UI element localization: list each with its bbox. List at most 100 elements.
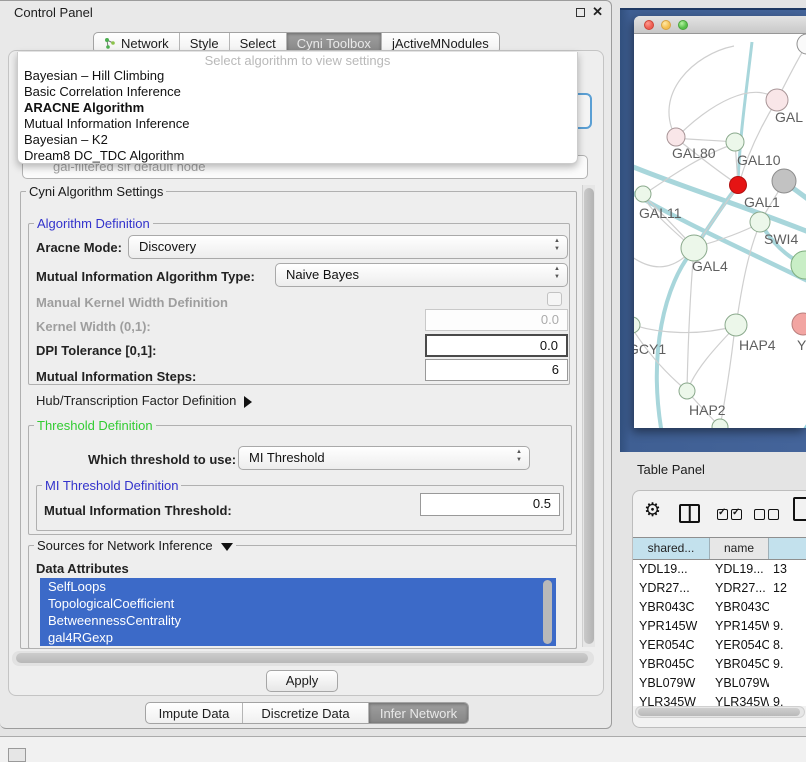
table-hscrollbar-thumb[interactable] — [638, 708, 800, 716]
algorithm-option[interactable]: Dream8 DC_TDC Algorithm — [18, 148, 577, 164]
gear-icon[interactable]: ⚙ — [644, 499, 661, 522]
algorithm-dropdown-popup: Select algorithm to view settings Bayesi… — [17, 52, 578, 164]
zoom-traffic-icon[interactable] — [678, 20, 688, 30]
tab-impute-data[interactable]: Impute Data — [146, 703, 243, 723]
network-node[interactable] — [750, 212, 770, 232]
table-hscrollbar-track[interactable] — [635, 706, 805, 718]
table-row[interactable]: YPR145WYPR145W9. — [633, 617, 806, 636]
network-node[interactable] — [725, 314, 747, 336]
algorithm-option[interactable]: Bayesian – K2 — [18, 132, 577, 148]
network-icon — [104, 37, 116, 49]
network-view-window[interactable]: GAL GAL80 GAL10 GAL1 SWI4 GAL11 GAL4 GCY… — [634, 16, 806, 428]
collapsed-arrow-icon[interactable] — [244, 396, 252, 408]
network-node[interactable] — [772, 169, 796, 193]
column-header-shared[interactable]: shared... — [633, 538, 710, 559]
algorithm-option-selected[interactable]: ARACNE Algorithm — [18, 100, 577, 116]
network-node[interactable] — [679, 383, 695, 399]
table-panel: Table Panel ⚙ shared... name YDL19...YDL… — [612, 452, 806, 736]
mi-type-combo[interactable]: Naive Bayes — [275, 263, 568, 287]
document-icon[interactable] — [793, 497, 806, 521]
attribute-item-selected[interactable]: TopologicalCoefficient — [40, 595, 556, 612]
threshold-definition-label: Threshold Definition — [34, 418, 156, 433]
node-label: GAL — [775, 109, 803, 125]
data-attributes-label: Data Attributes — [36, 561, 129, 576]
tab-network-label: Network — [121, 36, 169, 51]
table-row[interactable]: YLR345WYLR345W9. — [633, 693, 806, 706]
network-node[interactable] — [635, 186, 651, 202]
hub-section-toggle[interactable]: Hub/Transcription Factor Definition — [36, 393, 252, 408]
split-pane-icon[interactable] — [679, 504, 700, 523]
node-label: GAL80 — [672, 145, 716, 161]
sources-group-label[interactable]: Sources for Network Inference — [34, 538, 236, 553]
network-desktop-canvas: GAL GAL80 GAL10 GAL1 SWI4 GAL11 GAL4 GCY… — [620, 8, 806, 452]
which-threshold-label: Which threshold to use: — [88, 452, 236, 467]
table-row[interactable]: YER054CYER054C8. — [633, 636, 806, 655]
which-threshold-combo[interactable]: MI Threshold — [238, 446, 530, 470]
algorithm-option[interactable]: Mutual Information Inference — [18, 116, 577, 132]
algorithm-definition-label: Algorithm Definition — [34, 216, 153, 231]
table-row[interactable]: YDL19...YDL19...13 — [633, 560, 806, 579]
settings-vscrollbar-thumb[interactable] — [584, 188, 594, 644]
attribute-list-scrollbar[interactable] — [543, 580, 552, 644]
algorithm-option[interactable]: Basic Correlation Inference — [18, 84, 577, 100]
float-icon[interactable] — [576, 8, 585, 17]
combo-arrows-icon — [554, 266, 560, 280]
algorithm-popup-prompt: Select algorithm to view settings — [18, 53, 577, 68]
network-node[interactable] — [726, 133, 744, 151]
kernel-width-label: Kernel Width (0,1): — [36, 319, 151, 334]
combo-arrows-icon — [554, 238, 560, 252]
data-attributes-list: SelfLoops TopologicalCoefficient Between… — [40, 578, 556, 646]
dpi-tolerance-label: DPI Tolerance [0,1]: — [36, 343, 156, 358]
column-header-partial[interactable] — [769, 538, 806, 559]
kernel-width-field[interactable]: 0.0 — [425, 309, 568, 331]
table-row[interactable]: YBR043CYBR043C — [633, 598, 806, 617]
tab-discretize-data[interactable]: Discretize Data — [243, 703, 369, 723]
network-node[interactable] — [634, 317, 640, 333]
mi-steps-field[interactable]: 6 — [425, 359, 568, 381]
node-label: HAP4 — [739, 337, 776, 353]
bottom-strip — [0, 737, 806, 762]
network-node-labels: GAL GAL80 GAL10 GAL1 SWI4 GAL11 GAL4 GCY… — [634, 109, 806, 418]
aracne-mode-combo[interactable]: Discovery — [128, 235, 568, 259]
network-node-selected[interactable] — [730, 177, 747, 194]
minimize-traffic-icon[interactable] — [661, 20, 671, 30]
table-row[interactable]: YBL079WYBL079W — [633, 674, 806, 693]
table-row[interactable]: YBR045CYBR045C9. — [633, 655, 806, 674]
node-label: GAL11 — [639, 205, 682, 221]
manual-kernel-checkbox[interactable] — [547, 292, 562, 306]
column-header-name[interactable]: name — [710, 538, 769, 559]
attribute-item-selected[interactable]: gal4RGexp — [40, 629, 556, 646]
unchecked-columns-icon[interactable] — [754, 508, 782, 523]
close-icon[interactable]: ✕ — [592, 4, 603, 20]
network-window-titlebar[interactable] — [634, 16, 806, 34]
manual-kernel-label: Manual Kernel Width Definition — [36, 295, 228, 310]
window-resize-icon[interactable] — [8, 748, 26, 762]
checked-columns-icon[interactable] — [717, 508, 745, 523]
node-label: HAP2 — [689, 402, 726, 418]
combo-arrows-icon — [516, 449, 522, 463]
network-node[interactable] — [797, 34, 806, 54]
node-label: Y — [797, 337, 806, 353]
attribute-item-selected[interactable]: SelfLoops — [40, 578, 556, 595]
node-attribute-table: shared... name YDL19...YDL19...13 YDR27.… — [633, 537, 806, 706]
mi-threshold-field[interactable]: 0.5 — [420, 493, 560, 516]
expanded-arrow-icon[interactable] — [221, 543, 233, 551]
table-row[interactable]: YDR27...YDR27...12 — [633, 579, 806, 598]
settings-hscrollbar-thumb[interactable] — [16, 653, 588, 663]
mi-type-label: Mutual Information Algorithm Type: — [36, 269, 255, 284]
node-label: GAL10 — [737, 152, 781, 168]
mi-threshold-label: Mutual Information Threshold: — [44, 503, 232, 518]
close-traffic-icon[interactable] — [644, 20, 654, 30]
dpi-tolerance-field[interactable]: 0.0 — [425, 334, 568, 357]
algorithm-option[interactable]: Bayesian – Hill Climbing — [18, 68, 577, 84]
tab-infer-network[interactable]: Infer Network — [369, 703, 468, 723]
network-node[interactable] — [667, 128, 685, 146]
attribute-item-selected[interactable]: BetweennessCentrality — [40, 612, 556, 629]
node-label: SWI4 — [764, 231, 798, 247]
table-panel-title: Table Panel — [637, 462, 705, 477]
network-graph[interactable]: GAL GAL80 GAL10 GAL1 SWI4 GAL11 GAL4 GCY… — [634, 34, 806, 428]
network-node[interactable] — [766, 89, 788, 111]
network-node[interactable] — [792, 313, 806, 335]
apply-button[interactable]: Apply — [266, 670, 338, 692]
node-label: GCY1 — [634, 341, 666, 357]
